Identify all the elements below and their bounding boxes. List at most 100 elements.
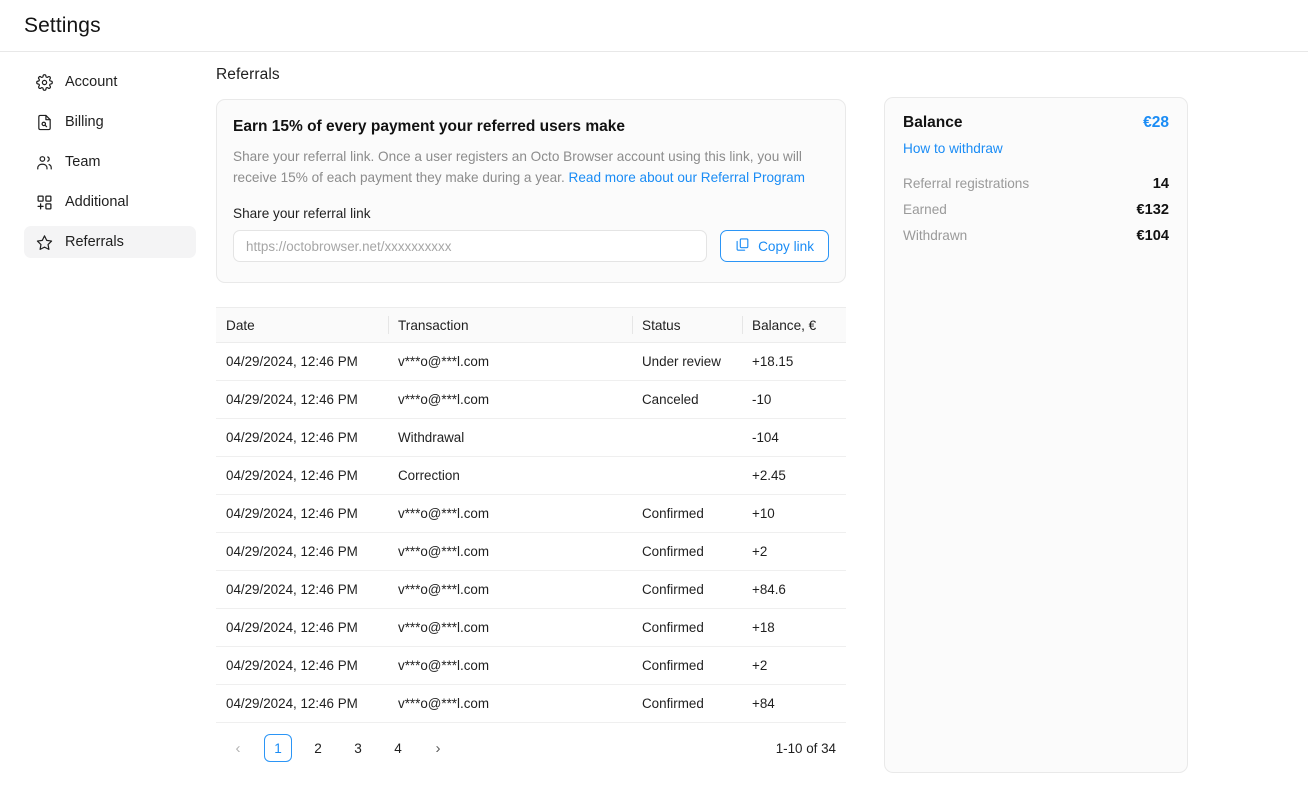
sidebar-item-additional[interactable]: Additional — [24, 186, 196, 218]
cell-balance: -104 — [752, 430, 779, 445]
sidebar-item-referrals[interactable]: Referrals — [24, 226, 196, 258]
section-title: Referrals — [216, 66, 280, 83]
grid-plus-icon — [36, 194, 53, 211]
sidebar-item-account[interactable]: Account — [24, 66, 196, 98]
cell-transaction: v***o@***l.com — [398, 620, 489, 635]
balance-header: Balance €28 — [903, 114, 1169, 132]
table-row[interactable]: 04/29/2024, 12:46 PM v***o@***l.com Conf… — [216, 647, 846, 685]
cell-transaction: v***o@***l.com — [398, 658, 489, 673]
cell-balance: +18 — [752, 620, 775, 635]
pagination: ‹ 1 2 3 4 › 1-10 of 34 — [216, 723, 846, 773]
referrals-column: Referrals Earn 15% of every payment your… — [216, 66, 846, 773]
balance-stats: Referral registrations 14 Earned €132 Wi… — [903, 176, 1169, 244]
balance-amount: €28 — [1143, 114, 1169, 131]
pagination-next-button[interactable]: › — [424, 734, 452, 762]
sidebar-item-label: Team — [65, 154, 101, 170]
balance-stat-row: Earned €132 — [903, 202, 1169, 218]
pagination-page-3[interactable]: 3 — [344, 734, 372, 762]
stat-label: Earned — [903, 202, 947, 217]
table-row[interactable]: 04/29/2024, 12:46 PM v***o@***l.com Unde… — [216, 343, 846, 381]
cell-balance: -10 — [752, 392, 772, 407]
pagination-range-label: 1-10 of 34 — [775, 740, 836, 756]
pagination-page-2[interactable]: 2 — [304, 734, 332, 762]
cell-date: 04/29/2024, 12:46 PM — [226, 582, 358, 597]
pagination-page-4[interactable]: 4 — [384, 734, 412, 762]
cell-balance: +2 — [752, 658, 768, 673]
pagination-page-1[interactable]: 1 — [264, 734, 292, 762]
cell-balance: +2.45 — [752, 468, 786, 483]
balance-card: Balance €28 How to withdraw Referral reg… — [884, 97, 1188, 773]
stat-label: Withdrawn — [903, 228, 968, 243]
cell-transaction: Correction — [398, 468, 460, 483]
cell-status: Confirmed — [642, 620, 704, 635]
cell-status: Confirmed — [642, 658, 704, 673]
cell-transaction: v***o@***l.com — [398, 696, 489, 711]
cell-status: Under review — [642, 354, 721, 369]
invoice-icon — [36, 114, 53, 131]
sidebar-item-label: Referrals — [65, 234, 124, 250]
column-header-transaction: Transaction — [388, 307, 632, 343]
copy-icon — [735, 237, 750, 255]
column-header-balance: Balance, € — [742, 307, 846, 343]
cell-date: 04/29/2024, 12:46 PM — [226, 658, 358, 673]
cell-balance: +18.15 — [752, 354, 794, 369]
people-icon — [36, 154, 53, 171]
column-header-status: Status — [632, 307, 742, 343]
copy-link-button[interactable]: Copy link — [720, 230, 829, 262]
page-body: Account Billing Team Additional Referral… — [0, 52, 1308, 799]
cell-balance: +84 — [752, 696, 775, 711]
cell-balance: +84.6 — [752, 582, 786, 597]
cell-date: 04/29/2024, 12:46 PM — [226, 468, 358, 483]
copy-link-label: Copy link — [758, 238, 814, 254]
cell-balance: +10 — [752, 506, 775, 521]
cell-date: 04/29/2024, 12:46 PM — [226, 354, 358, 369]
app-header: Settings — [0, 0, 1308, 52]
referral-promo-card: Earn 15% of every payment your referred … — [216, 99, 846, 283]
cell-transaction: v***o@***l.com — [398, 544, 489, 559]
promo-description: Share your referral link. Once a user re… — [233, 146, 829, 188]
cell-status: Confirmed — [642, 506, 704, 521]
star-icon — [36, 234, 53, 251]
how-to-withdraw-link[interactable]: How to withdraw — [903, 141, 1169, 156]
cell-status: Confirmed — [642, 544, 704, 559]
transactions-table: Date Transaction Status Balance, € 04/29… — [216, 307, 846, 723]
share-link-row: Copy link — [233, 230, 829, 262]
referral-program-link[interactable]: Read more about our Referral Program — [569, 170, 806, 185]
gear-icon — [36, 73, 53, 91]
cell-status: Confirmed — [642, 696, 704, 711]
page-title: Settings — [24, 13, 101, 37]
main-content: Referrals Earn 15% of every payment your… — [216, 52, 1308, 773]
sidebar-item-billing[interactable]: Billing — [24, 106, 196, 138]
cell-status: Canceled — [642, 392, 699, 407]
table-row[interactable]: 04/29/2024, 12:46 PM Withdrawal -104 — [216, 419, 846, 457]
table-row[interactable]: 04/29/2024, 12:46 PM v***o@***l.com Conf… — [216, 609, 846, 647]
cell-transaction: v***o@***l.com — [398, 506, 489, 521]
table-row[interactable]: 04/29/2024, 12:46 PM v***o@***l.com Conf… — [216, 685, 846, 723]
stat-label: Referral registrations — [903, 176, 1030, 191]
cell-transaction: v***o@***l.com — [398, 582, 489, 597]
table-row[interactable]: 04/29/2024, 12:46 PM v***o@***l.com Conf… — [216, 495, 846, 533]
column-header-date: Date — [226, 317, 255, 333]
pagination-prev-button[interactable]: ‹ — [224, 734, 252, 762]
cell-date: 04/29/2024, 12:46 PM — [226, 392, 358, 407]
sidebar-item-label: Account — [65, 74, 118, 90]
cell-date: 04/29/2024, 12:46 PM — [226, 696, 358, 711]
table-header-row: Date Transaction Status Balance, € — [216, 307, 846, 343]
table-row[interactable]: 04/29/2024, 12:46 PM Correction +2.45 — [216, 457, 846, 495]
cell-date: 04/29/2024, 12:46 PM — [226, 506, 358, 521]
balance-stat-row: Referral registrations 14 — [903, 176, 1169, 192]
cell-date: 04/29/2024, 12:46 PM — [226, 544, 358, 559]
cell-status: Confirmed — [642, 582, 704, 597]
table-row[interactable]: 04/29/2024, 12:46 PM v***o@***l.com Conf… — [216, 533, 846, 571]
referral-link-input[interactable] — [233, 230, 708, 262]
table-row[interactable]: 04/29/2024, 12:46 PM v***o@***l.com Canc… — [216, 381, 846, 419]
promo-heading: Earn 15% of every payment your referred … — [233, 118, 625, 135]
sidebar-item-label: Billing — [65, 114, 104, 130]
cell-transaction: v***o@***l.com — [398, 354, 489, 369]
table-row[interactable]: 04/29/2024, 12:46 PM v***o@***l.com Conf… — [216, 571, 846, 609]
sidebar-item-team[interactable]: Team — [24, 146, 196, 178]
stat-value: 14 — [1152, 176, 1169, 192]
balance-stat-row: Withdrawn €104 — [903, 228, 1169, 244]
share-link-label: Share your referral link — [233, 206, 371, 221]
stat-value: €132 — [1136, 202, 1169, 218]
